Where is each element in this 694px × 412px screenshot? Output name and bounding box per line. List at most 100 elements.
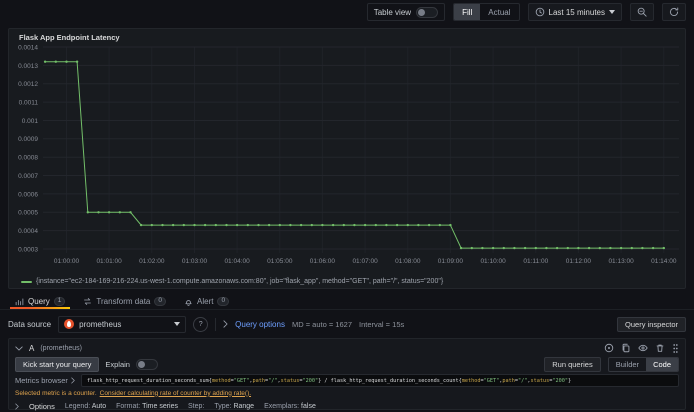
svg-text:0.0011: 0.0011: [19, 100, 39, 107]
delete-query-trash-icon[interactable]: [655, 343, 665, 353]
time-range-label: Last 15 minutes: [548, 7, 605, 17]
svg-text:0.0008: 0.0008: [18, 155, 38, 162]
fill-button[interactable]: Fill: [454, 4, 481, 20]
tab-transform-label: Transform data: [96, 296, 151, 306]
legend-label[interactable]: {instance="ec2-184-169-216-224.us-west-1…: [36, 278, 443, 285]
promql-code-editor[interactable]: flask_http_request_duration_seconds_sum{…: [80, 374, 679, 387]
datasource-name: prometheus: [79, 319, 122, 329]
explain-toggle[interactable]: [135, 358, 158, 370]
svg-text:01:06:00: 01:06:00: [310, 258, 336, 265]
metrics-browser-toggle[interactable]: Metrics browser: [15, 376, 75, 385]
svg-text:0.0006: 0.0006: [18, 191, 38, 198]
builder-code-toggle: Builder Code: [607, 356, 679, 372]
latency-chart[interactable]: 01:00:00 01:01:00 01:02:00 01:03:00 01:04:00…: [9, 45, 685, 281]
svg-text:0.0014: 0.0014: [18, 45, 38, 51]
svg-text:01:00:00: 01:00:00: [54, 258, 80, 265]
builder-button[interactable]: Builder: [609, 358, 646, 371]
interval-summary: Interval = 15s: [359, 319, 405, 329]
collapse-chevron-icon[interactable]: [15, 345, 23, 351]
options-toggle[interactable]: Options: [29, 402, 55, 411]
code-button[interactable]: Code: [646, 357, 678, 371]
explain-label: Explain: [105, 359, 130, 369]
chart-legend: {instance="ec2-184-169-216-224.us-west-1…: [21, 278, 443, 285]
tab-alert[interactable]: Alert 0: [177, 293, 236, 309]
svg-text:0.0012: 0.0012: [18, 81, 38, 88]
legend-swatch: [21, 280, 32, 283]
panel-edit-toolbar: Table view Fill Actual Last 15 minutes: [0, 0, 694, 24]
tab-alert-badge: 0: [217, 296, 230, 306]
chevron-down-icon: [609, 10, 615, 14]
query-icon: [15, 297, 24, 306]
chevron-down-icon: [174, 322, 181, 326]
counter-warning: Selected metric is a counter. Consider c…: [15, 388, 679, 398]
refresh-icon: [669, 7, 679, 17]
query-options-summary: Legend: Auto Format: Time series Step: Typ…: [64, 402, 316, 410]
transform-icon: [83, 297, 92, 306]
tab-query-label: Query: [28, 296, 50, 306]
datasource-row: Data source prometheus ? Query options M…: [0, 313, 694, 335]
svg-text:01:02:00: 01:02:00: [139, 258, 165, 265]
svg-text:0.0004: 0.0004: [18, 228, 38, 235]
tab-query-badge: 1: [53, 296, 66, 306]
duplicate-query-icon[interactable]: [621, 343, 631, 353]
query-editor-row: A (prometheus) Kick start your query Exp…: [8, 338, 686, 412]
tab-transform-badge: 0: [154, 296, 166, 306]
query-toolbar: Kick start your query Explain Run querie…: [15, 356, 679, 372]
query-inspector-button[interactable]: Query inspector: [617, 316, 686, 332]
datasource-picker[interactable]: prometheus: [58, 315, 187, 333]
drag-handle-icon[interactable]: [672, 343, 679, 354]
kick-start-button[interactable]: Kick start your query: [15, 356, 100, 372]
svg-text:01:11:00: 01:11:00: [523, 258, 548, 265]
svg-text:01:10:00: 01:10:00: [480, 258, 506, 265]
svg-text:0.0003: 0.0003: [18, 246, 38, 253]
pane-size-toggle: Fill Actual: [453, 3, 520, 21]
chevron-right-icon[interactable]: [15, 402, 19, 410]
time-range-picker[interactable]: Last 15 minutes: [527, 3, 622, 21]
svg-text:01:07:00: 01:07:00: [352, 258, 378, 265]
latency-panel: Flask App Endpoint Latency 01:00:00 01:01…: [8, 28, 686, 289]
svg-text:0.0009: 0.0009: [18, 136, 38, 143]
query-row-actions: [604, 343, 679, 354]
query-ref-id: A: [29, 343, 35, 353]
divider: [215, 317, 217, 331]
query-options-row: Options Legend: Auto Format: Time series S…: [15, 400, 679, 412]
svg-text:01:14:00: 01:14:00: [651, 258, 677, 265]
max-datapoints-summary: MD = auto = 1627: [291, 319, 352, 329]
table-view-control: Table view: [366, 3, 446, 21]
run-queries-button[interactable]: Run queries: [544, 356, 601, 372]
chevron-right-icon: [71, 377, 75, 384]
query-row-header[interactable]: A (prometheus): [15, 342, 679, 354]
svg-text:01:12:00: 01:12:00: [566, 258, 592, 265]
panel-title: Flask App Endpoint Latency: [19, 33, 120, 42]
actual-button[interactable]: Actual: [480, 4, 518, 20]
datasource-help-icon[interactable]: ?: [193, 316, 209, 332]
query-datasource-hint: (prometheus): [40, 344, 82, 352]
svg-text:0.0005: 0.0005: [18, 210, 38, 217]
expression-row: Metrics browser flask_http_request_durat…: [15, 374, 679, 387]
toggle-visibility-eye-icon[interactable]: [638, 343, 648, 353]
svg-text:01:13:00: 01:13:00: [608, 258, 634, 265]
datasource-label: Data source: [8, 319, 52, 329]
tab-query[interactable]: Query 1: [8, 293, 72, 309]
refresh-button[interactable]: [662, 3, 686, 21]
svg-text:01:05:00: 01:05:00: [267, 258, 293, 265]
warning-rate-link[interactable]: Consider calculating rate of counter by …: [100, 390, 251, 397]
query-expression: flask_http_request_duration_seconds_sum{…: [86, 377, 572, 384]
svg-text:01:04:00: 01:04:00: [224, 258, 250, 265]
chevron-right-icon: [223, 320, 228, 328]
clock-icon: [535, 7, 545, 17]
svg-text:01:09:00: 01:09:00: [438, 258, 464, 265]
tab-alert-label: Alert: [197, 296, 214, 306]
zoom-out-button[interactable]: [630, 3, 654, 21]
tab-transform-data[interactable]: Transform data 0: [76, 293, 173, 309]
table-view-label: Table view: [373, 7, 412, 17]
svg-text:01:08:00: 01:08:00: [395, 258, 421, 265]
svg-text:01:01:00: 01:01:00: [96, 258, 122, 265]
svg-text:0.0013: 0.0013: [18, 63, 38, 70]
warning-text: Selected metric is a counter.: [15, 389, 97, 397]
svg-text:01:03:00: 01:03:00: [182, 258, 208, 265]
editor-tabs: Query 1 Transform data 0 Alert 0: [0, 293, 694, 310]
datasource-circle-icon[interactable]: [604, 343, 614, 353]
query-options-toggle[interactable]: Query options: [235, 320, 285, 329]
table-view-toggle[interactable]: [416, 6, 439, 18]
